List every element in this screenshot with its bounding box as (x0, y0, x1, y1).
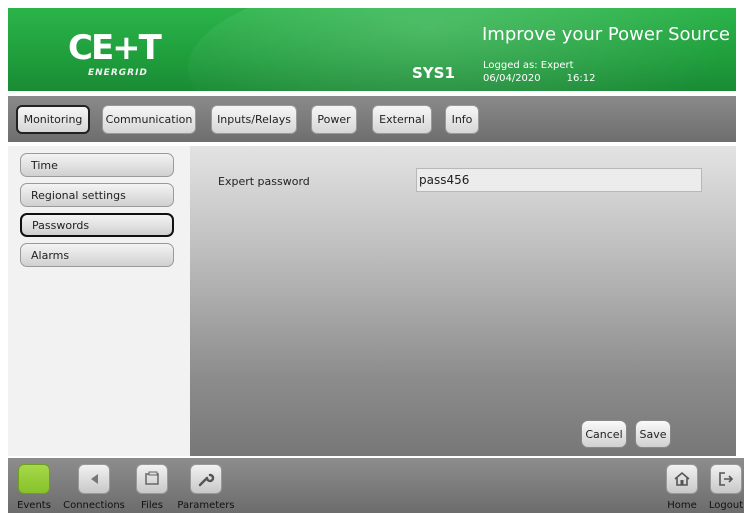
files-button[interactable]: Files (132, 464, 172, 511)
events-label: Events (17, 500, 51, 511)
home-icon (666, 464, 698, 494)
logo-mark: CE+T (68, 28, 162, 68)
expert-password-input[interactable] (416, 168, 702, 192)
tagline: Improve your Power Source (482, 24, 730, 45)
tab-external[interactable]: External (372, 105, 432, 134)
parameters-button[interactable]: Parameters (176, 464, 236, 511)
main-tabs-bar: Monitoring Communication Inputs/Relays P… (8, 96, 736, 142)
header-swoosh (188, 8, 736, 91)
passwords-panel: Expert password Cancel Save (190, 146, 736, 456)
bottom-navigation-bar: Events Connections Files Parameters Home… (8, 458, 744, 513)
settings-sidebar: Time Regional settings Passwords Alarms (8, 146, 190, 456)
expert-password-label: Expert password (218, 175, 310, 188)
sidebar-item-time[interactable]: Time (20, 153, 174, 177)
home-button[interactable]: Home (664, 464, 700, 511)
logout-icon (710, 464, 742, 494)
login-info: Logged as: Expert 06/04/2020 16:12 (483, 59, 595, 85)
tab-inputs-relays[interactable]: Inputs/Relays (211, 105, 297, 134)
logged-as-text: Logged as: Expert (483, 60, 574, 71)
files-label: Files (141, 500, 163, 511)
cancel-button[interactable]: Cancel (581, 420, 627, 448)
sidebar-item-passwords[interactable]: Passwords (20, 213, 174, 237)
tab-info[interactable]: Info (445, 105, 479, 134)
time-text: 16:12 (566, 73, 596, 84)
sidebar-item-regional-settings[interactable]: Regional settings (20, 183, 174, 207)
save-button[interactable]: Save (635, 420, 671, 448)
connections-icon (78, 464, 110, 494)
system-name: SYS1 (412, 64, 455, 82)
logo-subtitle: ENERGRID (88, 68, 148, 78)
parameters-label: Parameters (177, 500, 235, 511)
header-banner: CE+T ENERGRID Improve your Power Source … (8, 8, 736, 91)
files-icon (136, 464, 168, 494)
company-logo: CE+T ENERGRID (68, 28, 178, 84)
logout-label: Logout (708, 500, 744, 511)
tab-power[interactable]: Power (311, 105, 357, 134)
events-icon (18, 464, 50, 494)
home-label: Home (667, 500, 697, 511)
sidebar-item-alarms[interactable]: Alarms (20, 243, 174, 267)
wrench-icon (190, 464, 222, 494)
date-text: 06/04/2020 (483, 73, 541, 84)
connections-label: Connections (63, 500, 125, 511)
tab-communication[interactable]: Communication (102, 105, 196, 134)
events-button[interactable]: Events (12, 464, 56, 511)
logout-button[interactable]: Logout (708, 464, 744, 511)
connections-button[interactable]: Connections (60, 464, 128, 511)
tab-monitoring[interactable]: Monitoring (16, 105, 90, 134)
